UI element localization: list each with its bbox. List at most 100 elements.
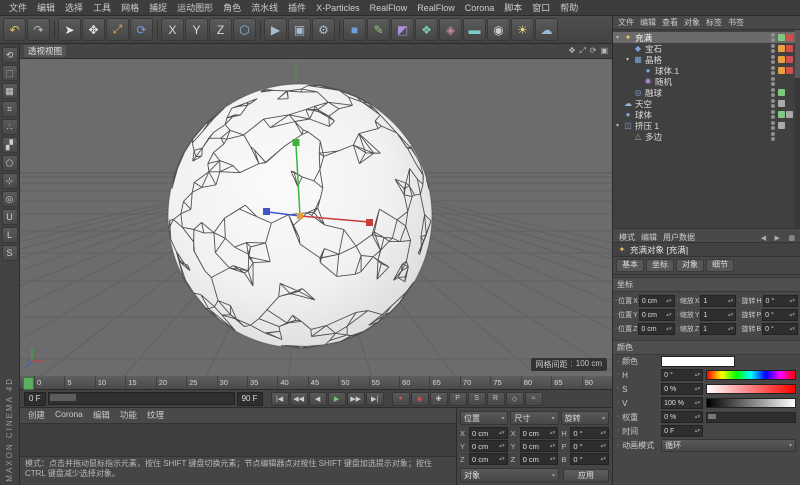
animation-mode-select[interactable]: 循环▾ xyxy=(661,439,796,452)
add-subdivision-surface-menu[interactable]: ◩ xyxy=(391,18,414,41)
attribute-tab[interactable]: 对象 xyxy=(676,259,704,272)
timeline-tick[interactable]: 60 xyxy=(399,376,429,389)
attribute-tab[interactable]: 细节 xyxy=(706,259,734,272)
add-cube-menu[interactable]: ■ xyxy=(343,18,366,41)
object-name[interactable]: 多边 xyxy=(645,131,769,143)
object-tag[interactable] xyxy=(778,67,785,74)
move-tool[interactable]: ✥ xyxy=(82,18,105,41)
object-tree-row[interactable]: ☁ 天空 xyxy=(613,98,800,109)
object-tag[interactable] xyxy=(778,45,785,52)
menu-item[interactable]: 文件 xyxy=(615,17,637,28)
color-swatch[interactable] xyxy=(661,356,735,367)
add-cloner-menu[interactable]: ❖ xyxy=(415,18,438,41)
stepper-icon[interactable]: ▴▾ xyxy=(550,456,556,462)
timeline-tick[interactable]: 0 xyxy=(34,376,64,389)
stepper-icon[interactable]: ▴▾ xyxy=(550,430,556,436)
stepper-icon[interactable]: ▴▾ xyxy=(499,456,505,462)
attr-rotation-h-field[interactable]: 0 °▴▾ xyxy=(763,295,798,307)
menu-item[interactable]: 窗口 xyxy=(527,1,555,14)
viewport-label[interactable]: 透视视图 xyxy=(24,45,66,57)
lock-z-button[interactable]: Z xyxy=(209,18,232,41)
rotate-tool[interactable]: ⟳ xyxy=(130,18,153,41)
timeline-tick[interactable]: 55 xyxy=(369,376,399,389)
record-rotation-button[interactable]: R xyxy=(487,392,505,406)
edges-mode-button[interactable]: ▞ xyxy=(2,137,18,153)
add-spline-menu[interactable]: ✎ xyxy=(367,18,390,41)
position-x-field[interactable]: 0 cm▴▾ xyxy=(469,427,508,439)
keyframe-selection-button[interactable]: ✚ xyxy=(430,392,448,406)
stepper-icon[interactable]: ▴▾ xyxy=(600,443,606,449)
object-tag[interactable] xyxy=(778,89,785,96)
timeline-tick[interactable]: 35 xyxy=(247,376,277,389)
weight-slider[interactable] xyxy=(706,412,796,423)
render-view-button[interactable]: ▶ xyxy=(264,18,287,41)
object-tag[interactable] xyxy=(778,34,785,41)
timeline-tick[interactable]: 75 xyxy=(490,376,520,389)
viewport-solo-button[interactable]: ◎ xyxy=(2,191,18,207)
viewport-canvas[interactable] xyxy=(20,59,612,376)
menu-item[interactable]: 脚本 xyxy=(499,1,527,14)
object-tag[interactable] xyxy=(786,122,793,129)
redo-button[interactable]: ↷ xyxy=(27,18,50,41)
rotation-mode-select[interactable]: 旋转▾ xyxy=(561,411,609,425)
viewport-zoom-icon[interactable]: ⤢ xyxy=(579,46,585,56)
viewport-rotate-icon[interactable]: ⟳ xyxy=(590,46,597,56)
timeline-range-slider[interactable] xyxy=(48,392,235,405)
goto-start-button[interactable]: |◀ xyxy=(271,392,289,406)
range-slider-thumb[interactable] xyxy=(50,394,76,401)
menu-item[interactable]: 文件 xyxy=(4,1,32,14)
object-tree-row[interactable]: ▾ ▦ 晶格 xyxy=(613,54,800,65)
visibility-dots[interactable] xyxy=(771,77,775,86)
add-deformer-menu[interactable]: ◈ xyxy=(439,18,462,41)
panel-layout-icon[interactable]: ▦ xyxy=(786,235,797,242)
workplane-mode-button[interactable]: ⌗ xyxy=(2,101,18,117)
material-list-area[interactable] xyxy=(20,424,456,456)
menu-item[interactable]: Corona xyxy=(460,3,500,13)
menu-item[interactable]: 对象 xyxy=(681,17,703,28)
attr-scale-y-field[interactable]: 1▴▾ xyxy=(700,309,736,321)
object-tree-row[interactable]: ▾ ✦ 充满 xyxy=(613,32,800,43)
menu-item[interactable]: 编辑 xyxy=(638,233,660,242)
stepper-icon[interactable]: ▴▾ xyxy=(600,430,606,436)
rotation-p-field[interactable]: 0 °▴▾ xyxy=(570,440,609,452)
object-tag[interactable] xyxy=(778,78,785,85)
stepper-icon[interactable]: ▴▾ xyxy=(499,430,505,436)
object-tree-row[interactable]: ● 球体.1 xyxy=(613,65,800,76)
object-tree-row[interactable]: △ 多边 xyxy=(613,131,800,142)
size-z-field[interactable]: 0 cm▴▾ xyxy=(520,453,559,465)
attr-scale-x-field[interactable]: 1▴▾ xyxy=(700,295,736,307)
lock-x-button[interactable]: X xyxy=(161,18,184,41)
record-pla-button[interactable]: ≈ xyxy=(525,392,543,406)
play-button[interactable]: ▶ xyxy=(328,392,346,406)
position-mode-select[interactable]: 位置▾ xyxy=(460,411,508,425)
timeline-tick[interactable]: 50 xyxy=(338,376,368,389)
render-settings-button[interactable]: ⚙ xyxy=(312,18,335,41)
object-tag[interactable] xyxy=(778,111,785,118)
object-tree-row[interactable]: ◎ 融球 xyxy=(613,87,800,98)
object-tag[interactable] xyxy=(786,34,793,41)
lock-button[interactable]: L xyxy=(2,227,18,243)
color-gradient-slider[interactable] xyxy=(706,398,796,408)
timeline-tick[interactable]: 90 xyxy=(582,376,612,389)
add-sky-menu[interactable]: ☁ xyxy=(535,18,558,41)
menu-item[interactable]: 编辑 xyxy=(637,17,659,28)
visibility-dots[interactable] xyxy=(771,55,775,64)
object-tree-row[interactable]: ✺ 随机 xyxy=(613,76,800,87)
viewport-pan-icon[interactable]: ✥ xyxy=(569,46,576,56)
visibility-dots[interactable] xyxy=(771,88,775,97)
expand-arrow-icon[interactable]: ▾ xyxy=(626,56,633,63)
coords-object-select[interactable]: 对象▾ xyxy=(460,468,559,482)
weight-field[interactable]: 0 %▴▾ xyxy=(661,411,703,423)
menu-item[interactable]: X-Particles xyxy=(311,3,365,13)
menu-item[interactable]: 编辑 xyxy=(32,1,60,14)
timeline-tick[interactable]: 20 xyxy=(156,376,186,389)
polygons-mode-button[interactable]: ⬠ xyxy=(2,155,18,171)
saturation-field[interactable]: 0 %▴▾ xyxy=(661,383,703,395)
visibility-dots[interactable] xyxy=(771,66,775,75)
position-y-field[interactable]: 0 cm▴▾ xyxy=(469,440,508,452)
menu-item[interactable]: 纹理 xyxy=(143,409,168,422)
object-tag[interactable] xyxy=(786,45,793,52)
scale-tool[interactable]: ⤢ xyxy=(106,18,129,41)
object-manager-scrollbar[interactable] xyxy=(795,30,800,228)
live-selection-tool[interactable]: ➤ xyxy=(58,18,81,41)
